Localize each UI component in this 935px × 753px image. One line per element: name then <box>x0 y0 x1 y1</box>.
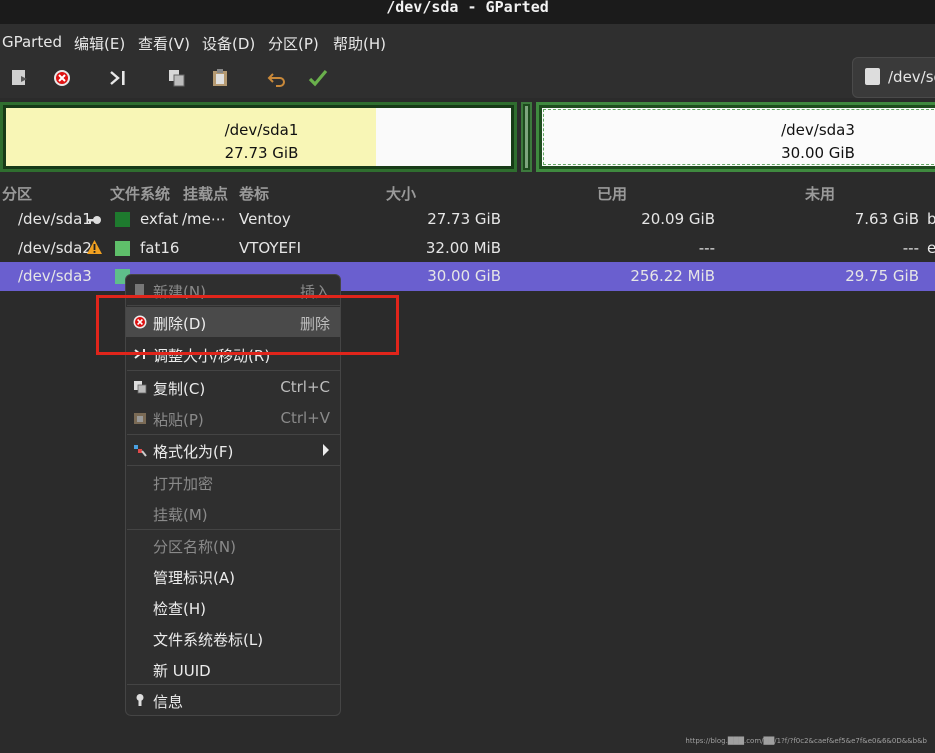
menu-item-accel: Ctrl+V <box>280 409 330 427</box>
partition-map-name: /dev/sda3 <box>781 121 855 139</box>
cell-flags: b <box>927 210 935 228</box>
cell-unused: 29.75 GiB <box>845 267 919 285</box>
cell-partition: /dev/sda2 <box>18 239 92 257</box>
format-icon <box>134 445 147 457</box>
menu-item-paste[interactable]: 粘贴(P) Ctrl+V <box>126 403 340 433</box>
menu-item-label: 检查(H) <box>153 600 206 618</box>
warning-icon <box>87 240 102 254</box>
partition-map-name: /dev/sda1 <box>224 121 299 139</box>
key-icon <box>87 216 101 224</box>
copy-icon <box>134 381 147 394</box>
menu-item-check[interactable]: 检查(H) <box>126 592 340 622</box>
annotation-highlight-box <box>96 295 399 355</box>
filesystem-color-swatch <box>115 241 130 256</box>
menu-help[interactable]: 帮助(H) <box>333 33 386 54</box>
table-row[interactable]: /dev/sda1 exfat /me⋯ Ventoy 27.73 GiB 20… <box>0 205 935 234</box>
column-size[interactable]: 大小 <box>386 183 416 204</box>
menu-item-label: 新 UUID <box>153 662 211 680</box>
resize-move-icon[interactable] <box>107 66 131 90</box>
menu-device[interactable]: 设备(D) <box>202 33 255 54</box>
filesystem-color-swatch <box>115 212 130 227</box>
menu-view[interactable]: 查看(V) <box>138 33 190 54</box>
paste-icon[interactable] <box>208 66 232 90</box>
menu-item-new-uuid[interactable]: 新 UUID <box>126 654 340 684</box>
menu-item-partition-name[interactable]: 分区名称(N) <box>126 530 340 560</box>
info-icon <box>136 694 144 706</box>
menu-item-label: 粘贴(P) <box>153 411 204 429</box>
cell-used: --- <box>698 239 715 257</box>
menu-item-label: 挂载(M) <box>153 506 208 524</box>
device-selector[interactable]: /dev/sda <box>852 57 935 98</box>
apply-icon[interactable] <box>306 66 330 90</box>
window-title: /dev/sda - GParted <box>386 0 549 16</box>
cell-partition: /dev/sda1 <box>18 210 92 228</box>
column-filesystem[interactable]: 文件系统 <box>110 183 170 204</box>
menu-separator <box>127 370 340 371</box>
cell-partition: /dev/sda3 <box>18 267 92 285</box>
device-selector-label: /dev/sda <box>888 68 935 86</box>
paste-icon <box>134 413 146 424</box>
column-unused[interactable]: 未用 <box>805 183 835 204</box>
watermark: https://blog.███.com/██/1?f/?f0c2&caef&e… <box>685 737 927 745</box>
menu-item-open-encryption[interactable]: 打开加密 <box>126 467 340 497</box>
table-header: 分区 文件系统 挂载点 卷标 大小 已用 未用 <box>0 178 935 206</box>
toolbar <box>0 58 935 98</box>
undo-icon[interactable] <box>265 66 289 90</box>
menu-item-accel: Ctrl+C <box>280 378 330 396</box>
column-used[interactable]: 已用 <box>597 183 627 204</box>
partition-map-sda3[interactable]: /dev/sda3 30.00 GiB <box>536 102 935 172</box>
menu-separator <box>127 465 340 466</box>
menu-item-mount[interactable]: 挂载(M) <box>126 498 340 528</box>
cell-size: 32.00 MiB <box>425 239 501 257</box>
menu-item-label: 管理标识(A) <box>153 569 235 587</box>
cell-size: 27.73 GiB <box>427 210 501 228</box>
delete-icon[interactable] <box>50 66 74 90</box>
menu-item-label: 格式化为(F) <box>153 443 234 461</box>
cell-used: 20.09 GiB <box>641 210 715 228</box>
column-partition[interactable]: 分区 <box>2 183 32 204</box>
menu-edit[interactable]: 编辑(E) <box>74 33 125 54</box>
cell-unused: --- <box>902 239 919 257</box>
partition-map-size: 27.73 GiB <box>224 144 299 162</box>
disk-icon <box>865 68 880 85</box>
menu-bar: GParted 编辑(E) 查看(V) 设备(D) 分区(P) 帮助(H) <box>0 24 935 58</box>
cell-filesystem: fat16 <box>140 239 180 257</box>
menu-item-label: 信息 <box>153 693 184 711</box>
menu-item-information[interactable]: 信息 <box>126 685 340 715</box>
menu-item-label: 复制(C) <box>153 380 206 398</box>
menu-item-filesystem-label[interactable]: 文件系统卷标(L) <box>126 623 340 653</box>
cell-size: 30.00 GiB <box>427 267 501 285</box>
menu-item-label: 打开加密 <box>153 475 214 493</box>
column-label[interactable]: 卷标 <box>239 183 269 204</box>
cell-mountpoint: /me⋯ <box>182 210 226 228</box>
menu-partition[interactable]: 分区(P) <box>268 33 319 54</box>
partition-map-sda2[interactable] <box>521 102 532 172</box>
menu-item-manage-flags[interactable]: 管理标识(A) <box>126 561 340 591</box>
partition-map-size: 30.00 GiB <box>781 144 855 162</box>
menu-gparted[interactable]: GParted <box>2 33 62 51</box>
title-bar: /dev/sda - GParted <box>0 0 935 24</box>
partition-map-sda1[interactable]: /dev/sda1 27.73 GiB <box>0 102 517 172</box>
cell-unused: 7.63 GiB <box>854 210 919 228</box>
menu-item-copy[interactable]: 复制(C) Ctrl+C <box>126 372 340 402</box>
new-partition-icon[interactable] <box>8 66 32 90</box>
column-mountpoint[interactable]: 挂载点 <box>183 183 228 204</box>
cell-filesystem: exfat <box>140 210 179 228</box>
menu-item-format-as[interactable]: 格式化为(F) <box>126 435 340 465</box>
used-space-bar <box>525 106 528 168</box>
cell-label: Ventoy <box>239 210 291 228</box>
table-row[interactable]: /dev/sda2 fat16 VTOYEFI 32.00 MiB --- --… <box>0 234 935 263</box>
cell-label: VTOYEFI <box>239 239 302 257</box>
menu-item-label: 文件系统卷标(L) <box>153 631 264 649</box>
menu-item-label: 分区名称(N) <box>153 538 236 556</box>
cell-flags: e <box>927 239 935 257</box>
cell-used: 256.22 MiB <box>630 267 715 285</box>
copy-icon[interactable] <box>165 66 189 90</box>
submenu-arrow-icon <box>323 444 329 456</box>
